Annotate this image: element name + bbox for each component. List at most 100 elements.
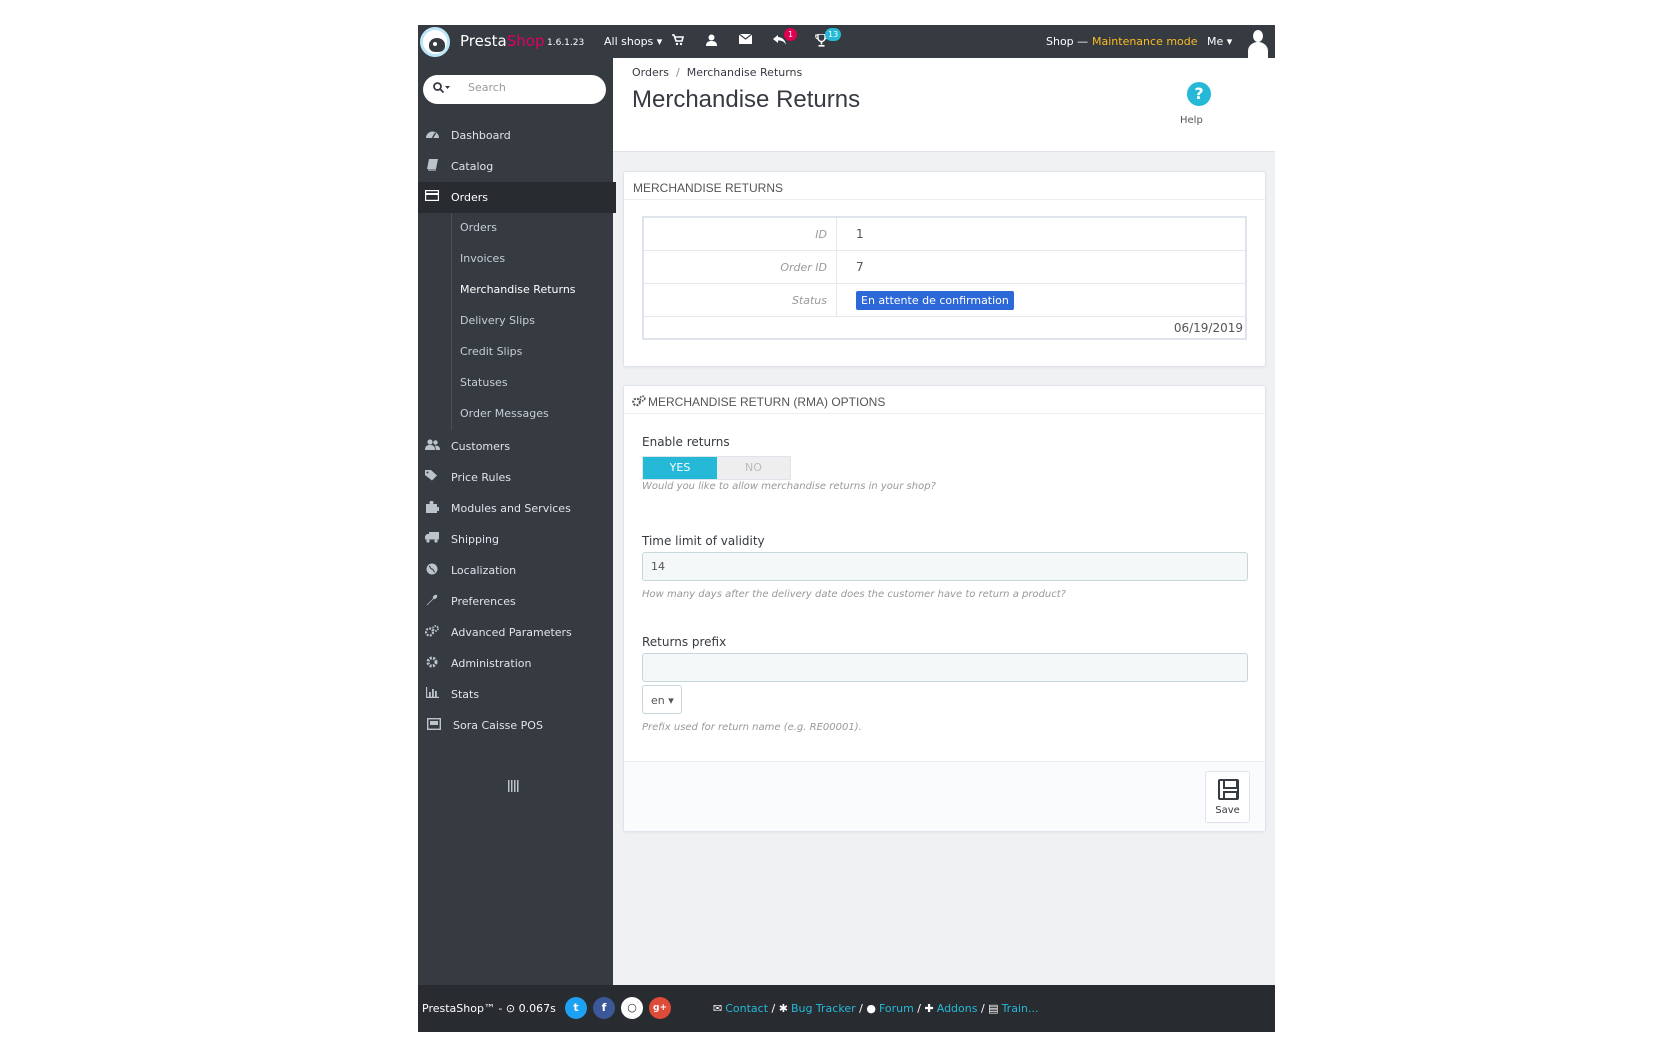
page-toolbar: Orders / Merchandise Returns Merchandise R… [613, 58, 1275, 152]
envelope-icon[interactable] [738, 33, 753, 48]
help-label[interactable]: Help [1180, 115, 1203, 126]
submenu-credit-slips[interactable]: Credit Slips [451, 337, 611, 368]
search-icon[interactable] [433, 82, 451, 97]
maintenance-mode-link[interactable]: Maintenance mode [1092, 35, 1198, 48]
sidebar-item-customers[interactable]: Customers [418, 431, 613, 462]
order-id-value: 7 [856, 260, 864, 274]
github-icon[interactable]: ○ [621, 997, 643, 1019]
prestashop-logo[interactable] [420, 27, 450, 57]
dashboard-icon [424, 128, 440, 142]
version-label: 1.6.1.23 [547, 38, 585, 48]
save-button[interactable]: Save [1205, 771, 1250, 823]
submenu-orders[interactable]: Orders [451, 213, 611, 244]
table-row: ID 1 [644, 218, 1245, 251]
avatar[interactable] [1240, 25, 1275, 58]
panel-heading: MERCHANDISE RETURNS [624, 172, 1265, 200]
collapse-icon[interactable] [508, 780, 520, 795]
user-icon[interactable] [706, 34, 717, 50]
search-input[interactable] [468, 81, 593, 94]
footer-link-addons[interactable]: Addons [937, 1002, 978, 1015]
book-icon [424, 159, 440, 174]
enable-returns-help: Would you like to allow merchandise retu… [642, 481, 936, 492]
employee-menu[interactable]: Me ▾ [1207, 35, 1232, 48]
sidebar-item-shipping[interactable]: Shipping [418, 524, 613, 555]
footer-links: ✉ Contact / ✱ Bug Tracker / ● Forum / ✚ Addo… [713, 1002, 1039, 1015]
breadcrumb-orders-link[interactable]: Orders [632, 66, 669, 79]
cogs-icon [424, 625, 440, 640]
submenu-merchandise-returns[interactable]: Merchandise Returns [451, 275, 611, 306]
return-info-table: ID 1 Order ID 7 Status En attente de con… [642, 216, 1247, 340]
enable-returns-toggle[interactable]: YES NO [642, 456, 791, 480]
save-icon [1218, 779, 1239, 800]
time-limit-input[interactable] [642, 552, 1248, 581]
google-plus-icon[interactable]: g+ [649, 997, 671, 1019]
submenu-statuses[interactable]: Statuses [451, 368, 611, 399]
breadcrumb-current: Merchandise Returns [686, 66, 803, 79]
return-date: 06/19/2019 [1173, 321, 1243, 335]
returns-badge: 1 [784, 28, 797, 41]
breadcrumb: Orders / Merchandise Returns [632, 66, 803, 79]
cart-icon[interactable] [672, 34, 685, 50]
footer-link-contact[interactable]: Contact [725, 1002, 768, 1015]
sidebar-item-administration[interactable]: Administration [418, 648, 613, 679]
submenu-order-messages[interactable]: Order Messages [451, 399, 611, 430]
time-limit-help: How many days after the delivery date do… [642, 589, 1066, 600]
id-value: 1 [856, 227, 864, 241]
bug-icon: ✱ [778, 1002, 788, 1015]
footer-link-forum[interactable]: Forum [879, 1002, 914, 1015]
table-row: Order ID 7 [644, 251, 1245, 284]
sidebar-item-preferences[interactable]: Preferences [418, 586, 613, 617]
footer-copyright: PrestaShop™ - ⊙ 0.067s [422, 1002, 556, 1015]
twitter-icon[interactable]: t [565, 997, 587, 1019]
cogs-icon [632, 395, 646, 407]
book-icon: ▤ [988, 1002, 999, 1015]
shop-label: Shop — [1046, 35, 1089, 48]
sidebar-item-dashboard[interactable]: Dashboard [418, 120, 613, 151]
submenu-invoices[interactable]: Invoices [451, 244, 611, 275]
facebook-icon[interactable]: f [593, 997, 615, 1019]
rma-options-panel: MERCHANDISE RETURN (RMA) OPTIONS Enable … [623, 385, 1266, 832]
all-shops-dropdown[interactable]: All shops ▾ [604, 35, 662, 48]
tags-icon [424, 470, 440, 484]
trophy-badge: 13 [825, 28, 842, 41]
id-label: ID [815, 228, 827, 241]
wrench-icon [424, 594, 440, 609]
footer: PrestaShop™ - ⊙ 0.067s t f ○ g+ ✉ Contact… [418, 985, 1275, 1032]
search-box [423, 75, 606, 104]
puzzle-icon [424, 500, 440, 516]
returns-prefix-label: Returns prefix [642, 635, 727, 649]
globe-icon [424, 563, 440, 578]
envelope-icon: ✉ [713, 1002, 723, 1015]
order-id-label: Order ID [780, 261, 827, 274]
cog-icon [424, 656, 440, 671]
merchandise-returns-panel: MERCHANDISE RETURNS ID 1 Order ID 7 Stat… [623, 171, 1266, 367]
sidebar-item-stats[interactable]: Stats [418, 679, 613, 710]
panel-footer: Save [624, 761, 1265, 831]
page-title: Merchandise Returns [632, 86, 861, 113]
toggle-yes[interactable]: YES [643, 457, 717, 479]
footer-link-training[interactable]: Train... [1002, 1002, 1039, 1015]
sidebar-item-advanced-parameters[interactable]: Advanced Parameters [418, 617, 613, 648]
table-row: Status En attente de confirmation [644, 284, 1245, 317]
submenu-delivery-slips[interactable]: Delivery Slips [451, 306, 611, 337]
puzzle-icon: ✚ [924, 1002, 934, 1015]
truck-icon [424, 532, 440, 546]
returns-prefix-input[interactable] [642, 653, 1248, 682]
top-header: PrestaShop 1.6.1.23 All shops ▾ 1 13 Sho… [418, 25, 1275, 58]
app-window: PrestaShop 1.6.1.23 All shops ▾ 1 13 Sho… [418, 25, 1275, 1032]
sidebar-item-catalog[interactable]: Catalog [418, 151, 613, 182]
sidebar-item-localization[interactable]: Localization [418, 555, 613, 586]
sidebar-item-sora-caisse-pos[interactable]: Sora Caisse POS [418, 710, 613, 741]
brand-name[interactable]: PrestaShop [460, 32, 544, 50]
sidebar-item-modules[interactable]: Modules and Services [418, 493, 613, 524]
language-dropdown[interactable]: en ▾ [642, 685, 682, 714]
footer-link-bug-tracker[interactable]: Bug Tracker [791, 1002, 856, 1015]
help-icon[interactable]: ? [1187, 82, 1211, 106]
sidebar-item-orders[interactable]: Orders [418, 182, 616, 213]
status-label: Status [791, 294, 827, 307]
enable-returns-label: Enable returns [642, 435, 730, 449]
sidebar: Dashboard Catalog Orders Orders Invoices… [418, 58, 616, 985]
panel-heading: MERCHANDISE RETURN (RMA) OPTIONS [624, 386, 1265, 414]
toggle-no[interactable]: NO [717, 457, 790, 479]
sidebar-item-price-rules[interactable]: Price Rules [418, 462, 613, 493]
